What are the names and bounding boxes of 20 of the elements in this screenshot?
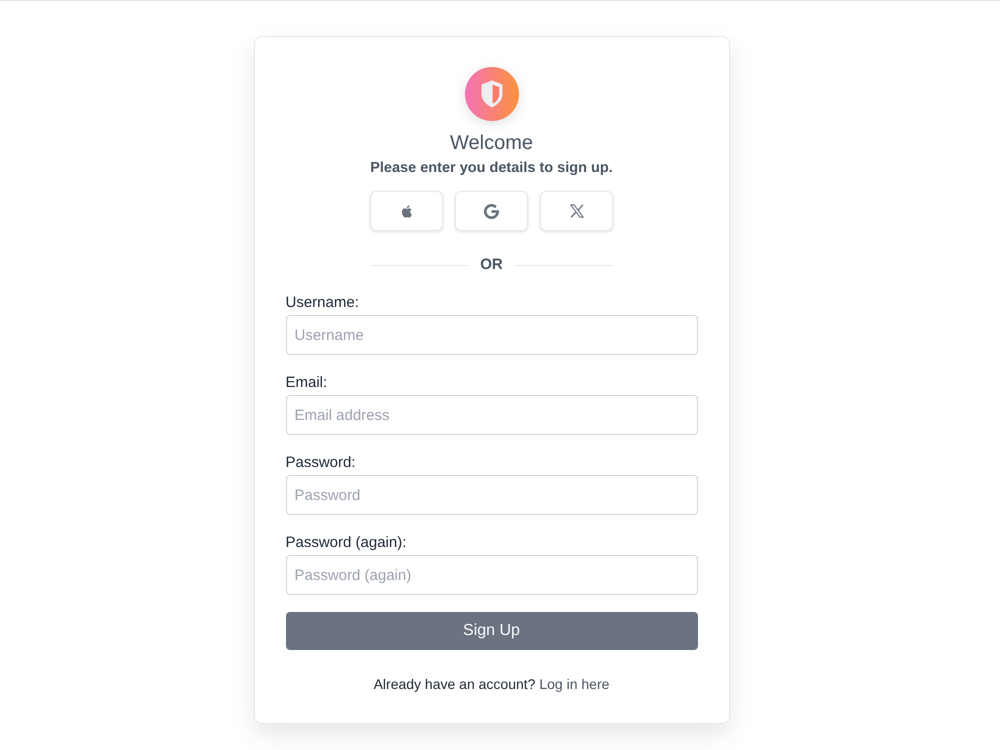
social-login-button[interactable] — [370, 191, 443, 231]
sign-up-button[interactable]: Sign Up — [286, 612, 698, 650]
login-link[interactable]: Log in here — [539, 676, 610, 692]
field-label: Username: — [286, 293, 359, 313]
field-label: Email: — [286, 373, 328, 393]
social-login-button[interactable] — [455, 191, 528, 231]
login-prompt: Already have an account? Log in here — [374, 675, 610, 694]
x-letter-icon — [570, 204, 584, 218]
field-label: Password: — [286, 453, 356, 473]
apple-icon — [401, 204, 412, 218]
g-letter-icon — [484, 204, 499, 218]
input-field[interactable]: Email address — [286, 395, 698, 435]
field-label: Password (again): — [286, 533, 406, 553]
input-field[interactable]: Password (again) — [286, 555, 698, 595]
input-field[interactable]: Username — [286, 315, 698, 355]
subtitle-text: Please enter you details to sign up. — [370, 159, 613, 178]
divider-label: OR — [480, 255, 503, 275]
welcome-title: Welcome — [450, 131, 533, 156]
shield-icon — [464, 67, 518, 121]
input-field[interactable]: Password — [286, 475, 698, 515]
